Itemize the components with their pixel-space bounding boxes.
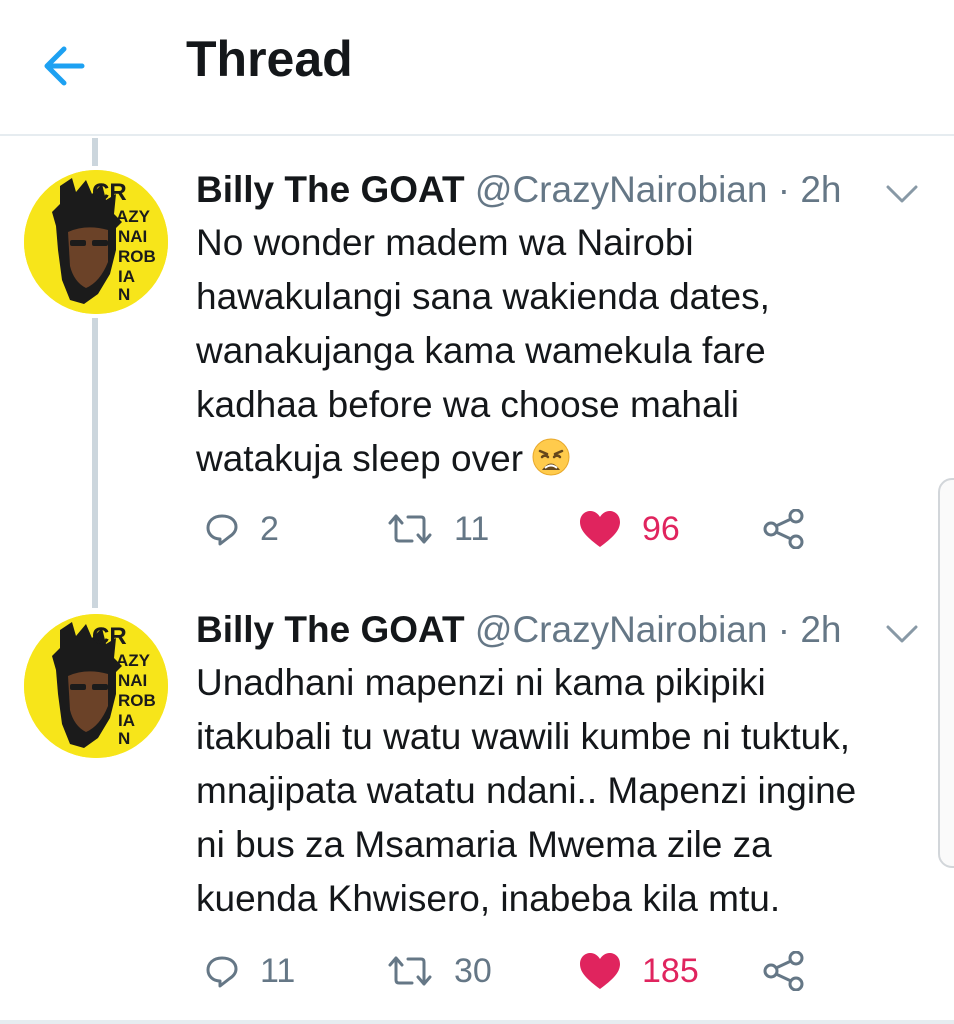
reply-icon bbox=[206, 956, 238, 988]
svg-text:IA: IA bbox=[118, 711, 135, 730]
tweet-menu-button[interactable] bbox=[884, 622, 920, 646]
divider bbox=[0, 1020, 954, 1024]
retweet-icon bbox=[388, 514, 432, 544]
separator: · bbox=[777, 169, 791, 210]
like-button[interactable]: 96 bbox=[578, 504, 680, 554]
tweet-text-line: wanakujanga kama wamekula fare bbox=[196, 330, 766, 371]
reply-count: 2 bbox=[260, 509, 279, 548]
retweet-count: 11 bbox=[454, 509, 490, 548]
author-name[interactable]: Billy The GOAT bbox=[196, 169, 465, 210]
tweet-text-line: kadhaa before wa choose mahali bbox=[196, 384, 740, 425]
author-name[interactable]: Billy The GOAT bbox=[196, 609, 465, 650]
tweet-header: Billy The GOAT @CrazyNairobian · 2h bbox=[196, 168, 842, 212]
retweet-icon bbox=[388, 956, 432, 986]
share-button[interactable] bbox=[762, 946, 806, 996]
separator: · bbox=[777, 609, 791, 650]
tweet-text: No wonder madem wa Nairobi hawakulangi s… bbox=[196, 216, 936, 486]
svg-text:AZY: AZY bbox=[116, 207, 151, 226]
tweet-text-line: hawakulangi sana wakienda dates, bbox=[196, 276, 770, 317]
tweet-text-line: No wonder madem wa Nairobi bbox=[196, 222, 694, 263]
tweet-text-line: ni bus za Msamaria Mwema zile za bbox=[196, 824, 772, 865]
reply-button[interactable]: 2 bbox=[204, 504, 279, 554]
svg-text:IA: IA bbox=[118, 267, 135, 286]
share-icon bbox=[763, 509, 804, 549]
chevron-down-icon bbox=[886, 185, 918, 203]
like-button[interactable]: 185 bbox=[578, 946, 699, 996]
scrollbar-handle[interactable] bbox=[938, 478, 954, 868]
arrow-left-icon bbox=[44, 46, 85, 86]
share-button[interactable] bbox=[762, 504, 806, 554]
retweet-count: 30 bbox=[454, 951, 492, 990]
tweet-text-line: kuenda Khwisero, inabeba kila mtu. bbox=[196, 878, 781, 919]
timestamp[interactable]: 2h bbox=[800, 609, 841, 650]
svg-text:NAI: NAI bbox=[118, 227, 147, 246]
avatar-logo-text: CR bbox=[92, 623, 127, 650]
chevron-down-icon bbox=[886, 625, 918, 643]
avatar[interactable]: CR AZY NAI ROB IA N bbox=[24, 170, 168, 314]
timestamp[interactable]: 2h bbox=[800, 169, 841, 210]
like-count: 185 bbox=[642, 951, 699, 990]
like-count: 96 bbox=[642, 509, 680, 548]
tweet-text-line: itakubali tu watu wawili kumbe ni tuktuk… bbox=[196, 716, 850, 757]
tweet-text-line: mnajipata watatu ndani.. Mapenzi ingine bbox=[196, 770, 857, 811]
page-title: Thread bbox=[186, 31, 353, 87]
share-icon bbox=[763, 951, 804, 991]
thread-line bbox=[92, 318, 98, 608]
back-button[interactable] bbox=[38, 38, 98, 94]
author-handle[interactable]: @CrazyNairobian bbox=[475, 609, 768, 650]
heart-filled-icon bbox=[580, 511, 620, 547]
retweet-button[interactable]: 11 bbox=[386, 504, 489, 554]
svg-text:NAI: NAI bbox=[118, 671, 147, 690]
thread-line bbox=[92, 138, 98, 166]
tweet-text: Unadhani mapenzi ni kama pikipiki itakub… bbox=[196, 656, 936, 926]
thread-header: Thread bbox=[0, 0, 954, 136]
author-handle[interactable]: @CrazyNairobian bbox=[475, 169, 768, 210]
svg-text:ROB: ROB bbox=[118, 691, 156, 710]
reply-button[interactable]: 11 bbox=[204, 946, 295, 996]
tweet-text-line: watakuja sleep over bbox=[196, 432, 936, 486]
tweet-text-line: Unadhani mapenzi ni kama pikipiki bbox=[196, 662, 766, 703]
tweet-header: Billy The GOAT @CrazyNairobian · 2h bbox=[196, 608, 842, 652]
reply-count: 11 bbox=[260, 951, 296, 990]
tweet-menu-button[interactable] bbox=[884, 182, 920, 206]
avatar-logo-text: CR bbox=[92, 179, 127, 206]
svg-text:N: N bbox=[118, 729, 130, 748]
svg-text:N: N bbox=[118, 285, 130, 304]
heart-filled-icon bbox=[580, 953, 620, 989]
avatar[interactable]: CR AZY NAI ROB IA N bbox=[24, 614, 168, 758]
svg-text:ROB: ROB bbox=[118, 247, 156, 266]
svg-text:AZY: AZY bbox=[116, 651, 151, 670]
retweet-button[interactable]: 30 bbox=[386, 946, 492, 996]
reply-icon bbox=[206, 514, 238, 546]
weary-face-icon bbox=[532, 438, 570, 476]
